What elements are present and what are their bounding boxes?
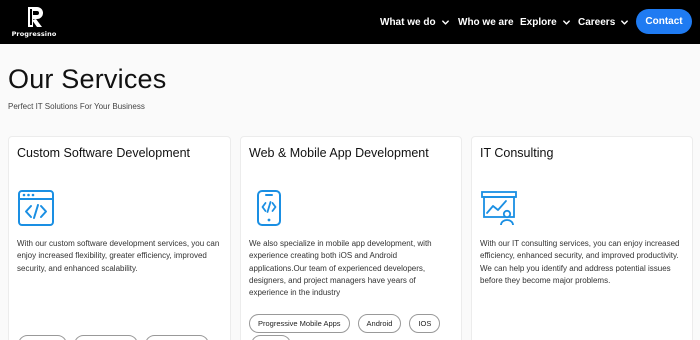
page-subtitle: Perfect IT Solutions For Your Business	[8, 102, 145, 111]
tag-ios[interactable]: IOS	[409, 314, 441, 333]
tag-partial[interactable]	[251, 335, 291, 340]
top-navigation-bar: Progressino What we do Who we are Explor…	[0, 0, 700, 44]
nav-what-we-do[interactable]: What we do	[380, 14, 450, 30]
chevron-down-icon	[562, 19, 570, 25]
tag-progressive-mobile-apps[interactable]: Progressive Mobile Apps	[249, 314, 350, 333]
card-title: Web & Mobile App Development	[249, 146, 429, 160]
contact-button[interactable]: Contact	[636, 9, 692, 34]
page-title: Our Services	[8, 64, 167, 94]
code-window-icon	[18, 190, 54, 226]
tag-list: Progressive Mobile Apps Android IOS	[249, 314, 441, 333]
card-title: IT Consulting	[480, 146, 554, 160]
tag-partial[interactable]	[145, 335, 209, 340]
service-card-web-mobile[interactable]: Web & Mobile App Development We also spe…	[240, 136, 462, 340]
brand-name: Progressino	[11, 30, 57, 38]
card-description: With our IT consulting services, you can…	[480, 239, 680, 285]
nav-label: What we do	[380, 16, 436, 28]
nav-label: Who we are	[458, 16, 514, 28]
chevron-down-icon	[621, 19, 629, 25]
mobile-code-icon	[257, 190, 281, 226]
tag-android[interactable]: Android	[357, 314, 402, 333]
service-card-custom-software[interactable]: Custom Software Development With our cus…	[8, 136, 231, 340]
tag-partial[interactable]	[74, 335, 138, 340]
nav-label: Careers	[578, 16, 616, 28]
nav-careers[interactable]: Careers	[578, 14, 629, 30]
card-description: With our custom software development ser…	[17, 239, 220, 273]
service-card-it-consulting[interactable]: IT Consulting With our IT consulting ser…	[471, 136, 693, 340]
card-title: Custom Software Development	[17, 146, 190, 160]
nav-label: Explore	[520, 16, 557, 28]
brand-logo[interactable]: Progressino	[8, 6, 60, 38]
nav-who-we-are[interactable]: Who we are	[458, 14, 514, 30]
presentation-chart-icon	[481, 191, 517, 226]
chevron-down-icon	[441, 19, 449, 25]
tag-partial[interactable]	[18, 335, 67, 340]
card-description: We also specialize in mobile app develop…	[249, 239, 432, 298]
logo-icon	[28, 7, 43, 27]
nav-explore[interactable]: Explore	[520, 14, 571, 30]
